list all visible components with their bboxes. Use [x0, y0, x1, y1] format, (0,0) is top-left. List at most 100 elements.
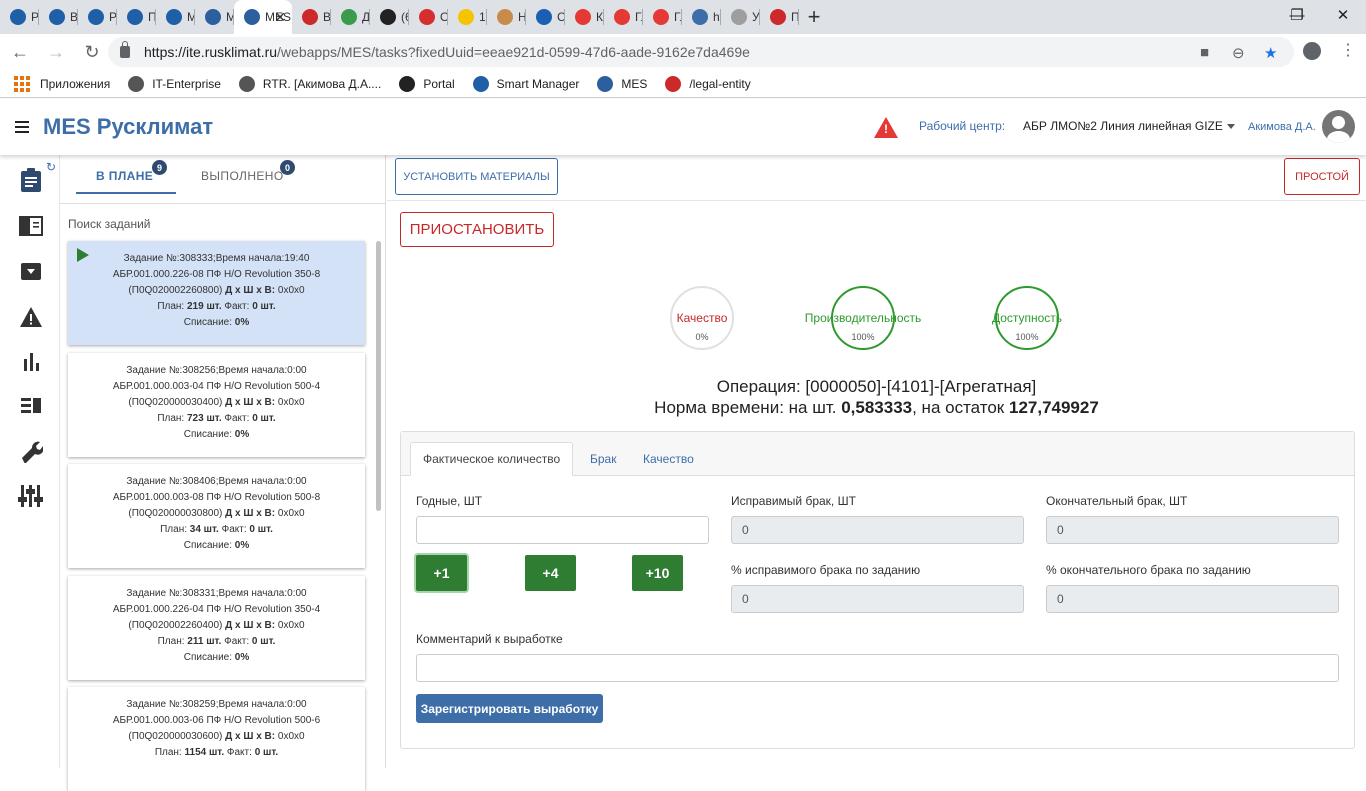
avatar[interactable]: [1322, 110, 1355, 143]
browser-tab[interactable]: Ка: [565, 0, 604, 34]
browser-tab[interactable]: СБ: [526, 0, 565, 34]
task-card[interactable]: Задание №:308259;Время начала:0:00 АБР.00…: [68, 687, 365, 791]
task-header: Задание №:308331;Время начала:0:00: [126, 588, 307, 599]
task-fact: 0 шт.: [254, 747, 279, 758]
profile-icon[interactable]: [1303, 42, 1321, 60]
browser-tab[interactable]: ME: [195, 0, 234, 34]
gauge-label: Доступность: [991, 311, 1063, 325]
task-card[interactable]: Задание №:308331;Время начала:0:00 АБР.00…: [68, 576, 365, 680]
task-write-line: Списание: 0%: [68, 650, 365, 666]
green-robot-icon: [472, 75, 489, 92]
plus-10-button[interactable]: +10: [632, 555, 683, 591]
zoom-icon[interactable]: ⊖: [1232, 44, 1245, 62]
wrench-icon[interactable]: [18, 438, 44, 464]
task-write-line: Списание: 0%: [68, 315, 365, 331]
work-center-label: Рабочий центр:: [919, 119, 1006, 133]
browser-tab[interactable]: Ну: [487, 0, 526, 34]
task-search-label[interactable]: Поиск заданий: [68, 217, 150, 231]
browser-tab[interactable]: MES ✕: [234, 0, 292, 34]
c-red-icon: [614, 9, 630, 25]
work-center-select[interactable]: АБР ЛМО№2 Линия линейная GIZE: [1023, 119, 1223, 133]
tab-defect[interactable]: Брак: [578, 442, 628, 476]
bookmark-label: RTR. [Акимова Д.А....: [262, 76, 382, 91]
tab-done[interactable]: ВЫПОЛНЕНО: [201, 169, 284, 183]
task-plan-line: План: 34 шт. Факт: 0 шт.: [68, 522, 365, 538]
browser-tab[interactable]: Гл: [643, 0, 682, 34]
norm-line: Норма времени: на шт. 0,583333, на остат…: [387, 398, 1366, 418]
bookmark-item[interactable]: IT-Enterprise: [128, 75, 221, 92]
browser-tab[interactable]: (6): [370, 0, 409, 34]
bookmark-item[interactable]: Smart Manager: [472, 75, 579, 92]
browser-tab[interactable]: 1С:: [448, 0, 487, 34]
bookmark-item[interactable]: RTR. [Акимова Д.А....: [238, 75, 382, 92]
reload-icon[interactable]: ↻: [76, 36, 108, 68]
norm-mid: , на остаток: [912, 398, 1005, 417]
browser-tab[interactable]: Рес: [78, 0, 117, 34]
task-card[interactable]: Задание №:308333;Время начала:19:40 АБР.0…: [68, 241, 365, 345]
task-list-scrollbar[interactable]: [376, 241, 381, 511]
bookmark-item[interactable]: Приложения: [14, 75, 111, 92]
forward-arrow-icon[interactable]: →: [40, 36, 72, 68]
browser-tab[interactable]: MF: [156, 0, 195, 34]
plus-4-button[interactable]: +4: [525, 555, 576, 591]
window-restore-button[interactable]: ❐: [1274, 0, 1320, 30]
hamburger-menu-icon[interactable]: [15, 121, 29, 133]
bookmark-label: Приложения: [40, 76, 111, 91]
browser-tab[interactable]: Гл: [604, 0, 643, 34]
tab-actual-quantity[interactable]: Фактическое количество: [410, 442, 574, 476]
browser-tab[interactable]: Вы: [39, 0, 78, 34]
browser-tab[interactable]: По: [760, 0, 799, 34]
bookmark-label: /legal-entity: [689, 76, 751, 91]
browser-tab[interactable]: Рес: [0, 0, 39, 34]
register-output-button[interactable]: Зарегистрировать выработку: [416, 694, 603, 723]
alert-triangle-icon[interactable]: [18, 304, 44, 330]
task-card[interactable]: Задание №:308406;Время начала:0:00 АБР.00…: [68, 464, 365, 568]
window-close-button[interactable]: ✕: [1320, 0, 1366, 30]
task-plan-label: План:: [157, 413, 185, 424]
camera-icon[interactable]: ■: [1200, 44, 1209, 61]
warning-icon[interactable]: !: [874, 117, 898, 138]
comment-input[interactable]: [416, 654, 1339, 682]
bookmark-item[interactable]: /legal-entity: [665, 75, 751, 92]
hand-icon: [497, 9, 513, 25]
browser-tab[interactable]: До: [331, 0, 370, 34]
back-arrow-icon[interactable]: ←: [4, 36, 36, 68]
task-product: АБР.001.000.003-06 ПФ Н/О Revolution 500…: [112, 715, 321, 726]
bookmark-item[interactable]: MES: [597, 75, 647, 92]
menu-dots-icon[interactable]: ⋮: [1340, 40, 1356, 60]
url-bar[interactable]: https://ite.rusklimat.ru/webapps/MES/tas…: [108, 37, 1294, 67]
tab-in-plan[interactable]: В ПЛАНЕ: [96, 169, 153, 183]
set-materials-button[interactable]: УСТАНОВИТЬ МАТЕРИАЛЫ: [395, 158, 558, 195]
pause-button[interactable]: ПРИОСТАНОВИТЬ: [400, 212, 554, 247]
clipboard-tasks-icon[interactable]: [18, 167, 44, 193]
browser-tab[interactable]: УС: [721, 0, 760, 34]
refresh-icon[interactable]: ↻: [46, 160, 56, 174]
availability-gauge: Доступность 100%: [991, 286, 1063, 350]
task-fact-label: Факт:: [221, 524, 247, 535]
tab-quality[interactable]: Качество: [631, 442, 706, 476]
star-icon[interactable]: ★: [1264, 44, 1277, 62]
bar-chart-icon[interactable]: [18, 349, 44, 375]
close-tab-icon[interactable]: ✕: [274, 9, 286, 26]
task-card[interactable]: Задание №:308256;Время начала:0:00 АБР.00…: [68, 353, 365, 457]
task-plan: 1154 шт.: [184, 747, 225, 758]
plus-1-button[interactable]: +1: [416, 555, 467, 591]
chevron-down-icon[interactable]: [1227, 124, 1235, 129]
new-tab-button[interactable]: +: [799, 0, 829, 34]
green-robot-icon: [88, 9, 104, 25]
good-quantity-input[interactable]: [416, 516, 709, 544]
book-icon[interactable]: [18, 213, 44, 239]
play-icon[interactable]: [77, 248, 89, 262]
browser-tab[interactable]: htt: [682, 0, 721, 34]
mes-icon: [244, 9, 260, 25]
browser-tab[interactable]: Он: [409, 0, 448, 34]
task-code: (П0Q020000030600): [128, 731, 223, 742]
list-icon[interactable]: [18, 393, 44, 419]
downtime-button[interactable]: ПРОСТОЙ: [1284, 158, 1360, 195]
browser-tab[interactable]: Пл: [117, 0, 156, 34]
browser-tab[interactable]: Boi: [292, 0, 331, 34]
sliders-icon[interactable]: [18, 483, 44, 509]
bookmark-item[interactable]: Portal: [399, 75, 455, 92]
gauge-label: Производительность: [804, 311, 922, 325]
archive-icon[interactable]: [18, 258, 44, 284]
